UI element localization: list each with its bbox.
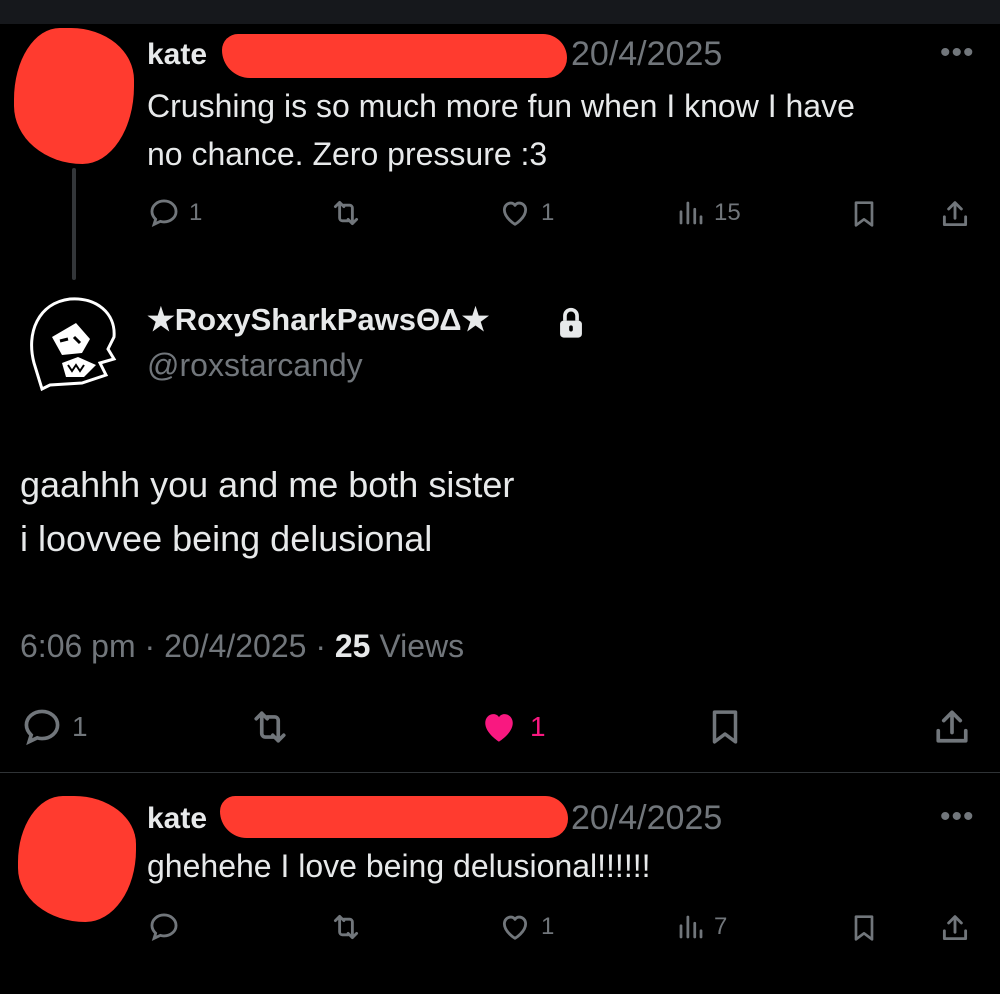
bookmark-icon [854,915,874,941]
share-icon [936,710,968,743]
post3-repost-button[interactable] [328,910,364,944]
analytics-icon [679,915,703,939]
post3-like-button[interactable]: 1 [497,910,554,944]
main-date[interactable]: 20/4/2025 [164,628,306,664]
post1-bookmark-button[interactable] [848,196,880,232]
lock-icon [556,306,586,345]
post3-like-count: 1 [541,913,555,940]
post1-share-button[interactable] [938,196,972,232]
main-repost-button[interactable] [246,705,294,749]
main-like-button[interactable]: 1 [476,705,546,749]
main-display-name[interactable]: ★RoxySharkPawsΘΔ★ [147,302,489,338]
main-reply-button[interactable]: 1 [20,705,88,749]
post1-reply-button[interactable]: 1 [147,196,202,230]
repost-icon [254,711,286,743]
main-text-line1: gaahhh you and me both sister [20,464,515,505]
heart-filled-icon [485,714,513,742]
post3-view-count: 7 [714,913,728,940]
repost-icon [333,914,359,940]
main-share-button[interactable] [930,703,974,751]
post1-author-name[interactable]: kate [147,38,207,72]
handle-redacted [220,796,568,838]
main-bookmark-button[interactable] [704,703,746,751]
post1-like-count: 1 [541,199,555,226]
main-handle[interactable]: @roxstarcandy [147,347,363,384]
main-like-count: 1 [530,711,546,742]
post3-reply-button[interactable] [147,910,181,944]
status-bar [0,0,1000,24]
main-meta: 6:06 pm · 20/4/2025 · 25 Views [20,628,465,664]
post1-repost-button[interactable] [328,196,364,230]
share-icon [942,915,968,941]
post3-share-button[interactable] [938,910,972,946]
more-options-icon[interactable]: ••• [940,36,975,70]
main-views-count: 25 [334,628,371,664]
post1-view-count: 15 [714,199,741,226]
main-text-line2: i loovvee being delusional [20,518,433,559]
post3-author-name[interactable]: kate [147,802,207,836]
reply-icon [24,709,60,746]
avatar-redacted[interactable] [18,796,136,922]
avatar-redacted[interactable] [14,28,134,164]
handle-redacted [222,34,567,78]
reply-icon [150,199,178,227]
post1-text-line2: no chance. Zero pressure :3 [147,136,548,172]
reply-icon [150,913,178,941]
post3-views-button[interactable]: 7 [676,910,727,944]
repost-icon [333,200,359,226]
heart-outline-icon [502,201,528,226]
roxy-avatar[interactable] [22,293,122,397]
post3-text: ghehehe I love being delusional!!!!!! [147,848,651,884]
post1-text-line1: Crushing is so much more fun when I know… [147,88,855,124]
main-time[interactable]: 6:06 pm [20,628,136,664]
heart-outline-icon [502,915,528,940]
post1-views-button[interactable]: 15 [676,196,741,230]
post3-bookmark-button[interactable] [848,910,880,946]
main-reply-count: 1 [72,711,88,742]
divider [0,772,1000,773]
main-views-label: Views [379,628,465,664]
thread-line [72,168,76,280]
more-options-icon[interactable]: ••• [940,800,975,834]
bookmark-icon [854,201,874,227]
bookmark-icon [712,710,738,744]
post1-like-button[interactable]: 1 [497,196,554,230]
analytics-icon [679,201,703,225]
share-icon [942,201,968,227]
post1-reply-count: 1 [189,199,203,226]
post1-date[interactable]: 20/4/2025 [571,35,722,74]
post3-date[interactable]: 20/4/2025 [571,799,722,838]
